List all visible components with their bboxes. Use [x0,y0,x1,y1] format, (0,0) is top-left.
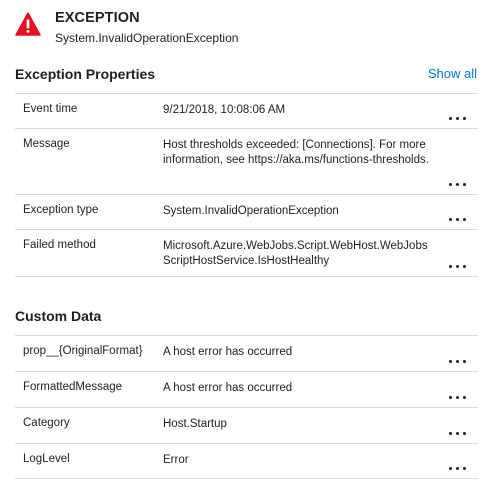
table-row: LogLevel Error [15,443,478,479]
custom-data-table: prop__{OriginalFormat} A host error has … [15,335,478,479]
more-options-icon[interactable] [448,179,468,189]
more-options-icon[interactable] [448,113,468,123]
more-options-icon[interactable] [448,392,468,402]
row-value: Host.Startup [163,418,227,430]
more-options-icon[interactable] [448,261,468,271]
custom-data-title: Custom Data [15,308,102,324]
row-value: Microsoft.Azure.WebJobs.Script.WebHost.W… [163,240,428,267]
table-row: Exception type System.InvalidOperationEx… [15,194,478,229]
row-label: Failed method [23,239,96,251]
table-row: Message Host thresholds exceeded: [Conne… [15,128,478,194]
exception-properties-table: Event time 9/21/2018, 10:08:06 AM Messag… [15,93,478,277]
warning-icon [15,12,41,36]
exception-properties-title: Exception Properties [15,66,156,82]
row-value: 9/21/2018, 10:08:06 AM [163,104,286,116]
row-value: Host thresholds exceeded: [Connections].… [163,139,429,166]
row-label: Message [23,138,70,150]
table-row: Category Host.Startup [15,407,478,443]
row-label: Exception type [23,204,99,216]
row-value: A host error has occurred [163,382,293,394]
row-label: LogLevel [23,453,70,465]
exception-header: EXCEPTION System.InvalidOperationExcepti… [15,10,485,50]
row-value: System.InvalidOperationException [163,205,339,217]
table-row: FormattedMessage A host error has occurr… [15,371,478,407]
row-label: FormattedMessage [23,381,123,393]
more-options-icon[interactable] [448,214,468,224]
row-label: Category [23,417,70,429]
show-all-link[interactable]: Show all [428,66,477,81]
row-label: prop__{OriginalFormat} [23,345,143,357]
exception-subtitle: System.InvalidOperationException [55,31,239,45]
row-label: Event time [23,103,78,115]
table-row: Failed method Microsoft.Azure.WebJobs.Sc… [15,229,478,277]
more-options-icon[interactable] [448,463,468,473]
more-options-icon[interactable] [448,356,468,366]
table-row: Event time 9/21/2018, 10:08:06 AM [15,93,478,128]
table-row: prop__{OriginalFormat} A host error has … [15,335,478,371]
exception-title: EXCEPTION [55,10,140,26]
more-options-icon[interactable] [448,428,468,438]
row-value: Error [163,454,189,466]
row-value: A host error has occurred [163,346,293,358]
